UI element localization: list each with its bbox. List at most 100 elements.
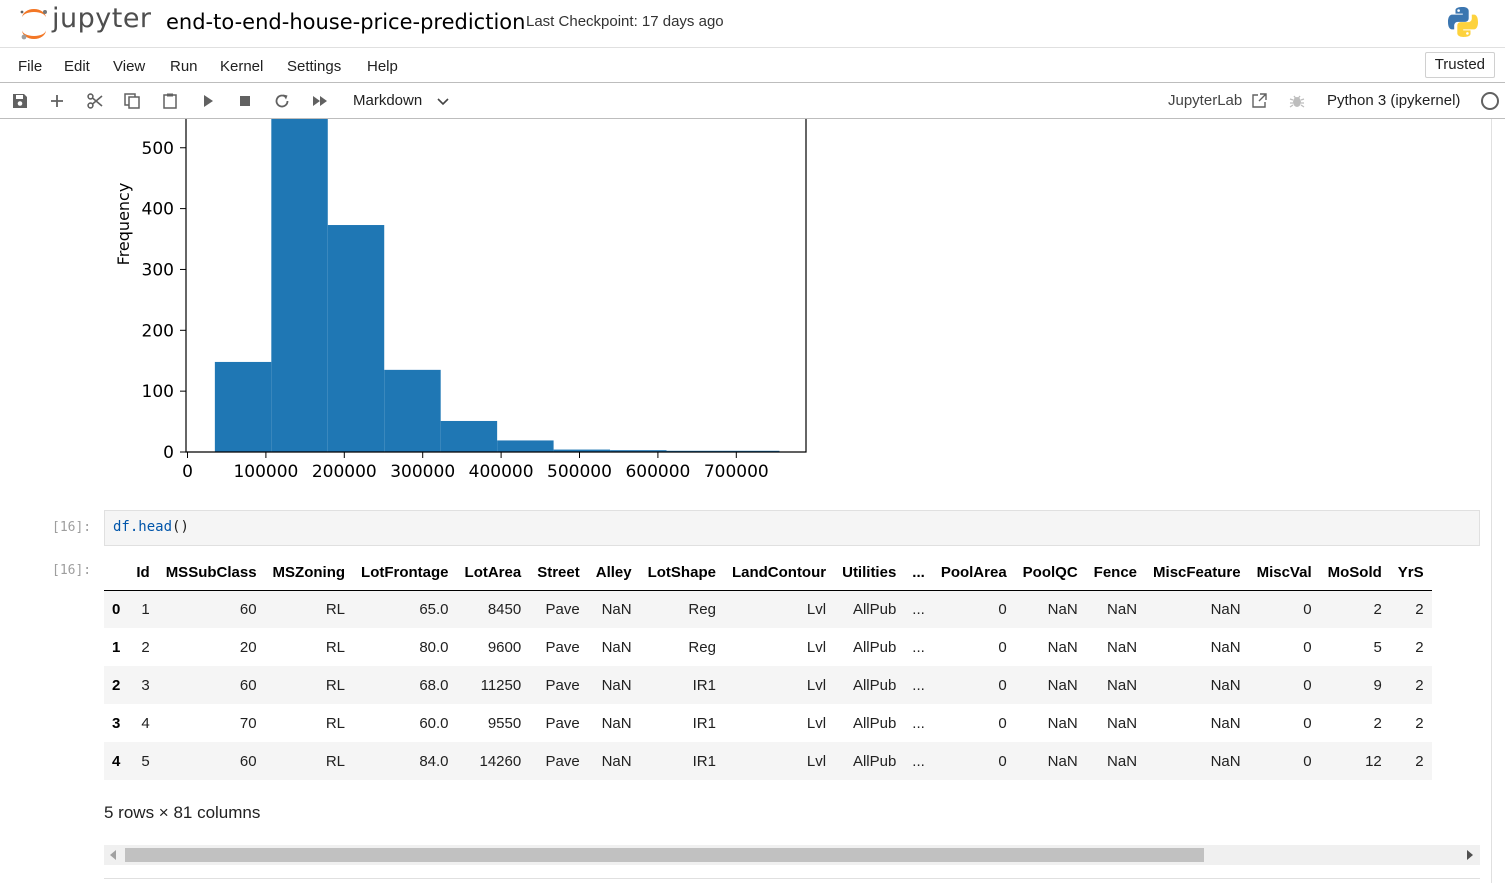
table-cell: NaN <box>1107 600 1138 618</box>
table-cell: 0 <box>998 676 1007 694</box>
table-cell: 60 <box>239 752 257 770</box>
stop-icon[interactable] <box>234 90 256 112</box>
table-cell: 2 <box>141 638 150 656</box>
restart-icon[interactable] <box>271 90 293 112</box>
menu-run[interactable]: Run <box>170 58 198 75</box>
row-index: 3 <box>112 714 121 732</box>
column-header: MiscVal <box>1256 564 1312 582</box>
external-link-icon[interactable] <box>1251 92 1268 109</box>
row-index: 1 <box>112 638 121 656</box>
table-cell: 3 <box>141 676 150 694</box>
column-header: PoolArea <box>940 564 1007 582</box>
table-cell: 0 <box>998 638 1007 656</box>
table-cell: 2 <box>1415 600 1424 618</box>
menu-view[interactable]: View <box>113 58 145 75</box>
table-cell: Lvl <box>806 676 827 694</box>
histogram-bar <box>384 369 441 452</box>
table-cell: NaN <box>1047 676 1078 694</box>
last-checkpoint: Last Checkpoint: 17 days ago <box>526 13 724 30</box>
table-cell: Lvl <box>806 600 827 618</box>
price-histogram-chart: 0 100 200 300 400 500 0 100000 200000 300000 4000… <box>114 119 807 482</box>
x-tick-label: 400000 <box>469 462 534 482</box>
kernel-status-idle-icon <box>1481 92 1499 110</box>
column-header: ... <box>912 564 925 582</box>
y-tick-label: 500 <box>142 139 174 159</box>
table-cell: 5 <box>1373 638 1382 656</box>
table-cell: NaN <box>1210 638 1241 656</box>
code-parens: () <box>172 519 189 535</box>
scrollbar-thumb[interactable] <box>125 848 1204 862</box>
bug-icon[interactable] <box>1289 93 1305 109</box>
cut-icon[interactable] <box>84 90 106 112</box>
jupyterlab-link[interactable]: JupyterLab <box>1168 92 1242 109</box>
table-cell: 2 <box>1373 600 1382 618</box>
y-tick-label: 0 <box>163 443 174 463</box>
scroll-left-icon[interactable] <box>110 850 116 860</box>
table-cell: 70 <box>239 714 257 732</box>
input-prompt: [16]: <box>52 520 92 535</box>
chevron-down-icon[interactable] <box>437 97 449 107</box>
table-cell: NaN <box>1107 638 1138 656</box>
table-cell: Pave <box>545 600 580 618</box>
copy-icon[interactable] <box>121 90 143 112</box>
table-cell: IR1 <box>692 676 716 694</box>
table-cell: NaN <box>601 676 632 694</box>
trusted-badge[interactable]: Trusted <box>1424 52 1495 78</box>
x-tick-label: 700000 <box>704 462 769 482</box>
column-header <box>104 556 128 590</box>
cell-type-select[interactable]: Markdown <box>353 92 422 109</box>
column-header: LotFrontage <box>361 564 449 582</box>
column-header: Alley <box>595 564 632 582</box>
menu-kernel[interactable]: Kernel <box>220 58 263 75</box>
scroll-right-icon[interactable] <box>1467 850 1473 860</box>
fast-forward-icon[interactable] <box>309 90 331 112</box>
menu-bar: File Edit View Run Kernel Settings Help … <box>0 49 1505 83</box>
notebook-title[interactable]: end-to-end-house-price-prediction <box>166 10 525 34</box>
column-header: MoSold <box>1327 564 1382 582</box>
table-cell: 5 <box>141 752 150 770</box>
menu-edit[interactable]: Edit <box>64 58 90 75</box>
table-cell: 0 <box>1303 752 1312 770</box>
x-tick-label: 300000 <box>390 462 455 482</box>
table-cell: Pave <box>545 752 580 770</box>
column-header: LandContour <box>731 564 827 582</box>
column-header: MiscFeature <box>1153 564 1241 582</box>
horizontal-scrollbar[interactable] <box>104 845 1480 865</box>
y-axis-ticks: 0 100 200 300 400 500 <box>142 139 186 463</box>
row-index: 2 <box>112 676 121 694</box>
table-cell: RL <box>325 676 346 694</box>
x-axis-ticks: 0 100000 200000 300000 400000 500000 600000 700… <box>182 452 769 482</box>
table-cell: RL <box>325 600 346 618</box>
x-tick-label: 500000 <box>547 462 612 482</box>
table-cell: 9 <box>1373 676 1382 694</box>
table-cell: 2 <box>1415 714 1424 732</box>
table-cell: Reg <box>688 600 716 618</box>
code-editor[interactable]: df.head() <box>104 510 1480 546</box>
table-cell: NaN <box>601 638 632 656</box>
dataframe-table: Id MSSubClass MSZoning LotFrontage LotArea St… <box>104 556 1432 780</box>
table-cell: NaN <box>601 714 632 732</box>
code-text[interactable]: df.head() <box>113 519 189 535</box>
y-tick-label: 300 <box>142 260 174 280</box>
table-cell: AllPub <box>852 638 897 656</box>
table-cell: 0 <box>998 714 1007 732</box>
table-cell: RL <box>325 714 346 732</box>
menu-file[interactable]: File <box>18 58 42 75</box>
table-cell: 0 <box>1303 600 1312 618</box>
table-cell: IR1 <box>692 752 716 770</box>
table-cell: NaN <box>601 600 632 618</box>
x-tick-label: 200000 <box>312 462 377 482</box>
table-cell: NaN <box>1107 676 1138 694</box>
menu-help[interactable]: Help <box>367 58 398 75</box>
kernel-name[interactable]: Python 3 (ipykernel) <box>1327 92 1460 109</box>
save-icon[interactable] <box>9 90 31 112</box>
histogram-bar <box>440 420 498 452</box>
run-icon[interactable] <box>197 90 219 112</box>
notebook-scrollbar[interactable] <box>1491 119 1505 883</box>
table-cell: Pave <box>545 676 580 694</box>
y-axis-label: Frequency <box>114 183 133 266</box>
menu-settings[interactable]: Settings <box>287 58 341 75</box>
paste-icon[interactable] <box>159 90 181 112</box>
add-cell-icon[interactable] <box>46 90 68 112</box>
table-cell: NaN <box>1210 600 1241 618</box>
